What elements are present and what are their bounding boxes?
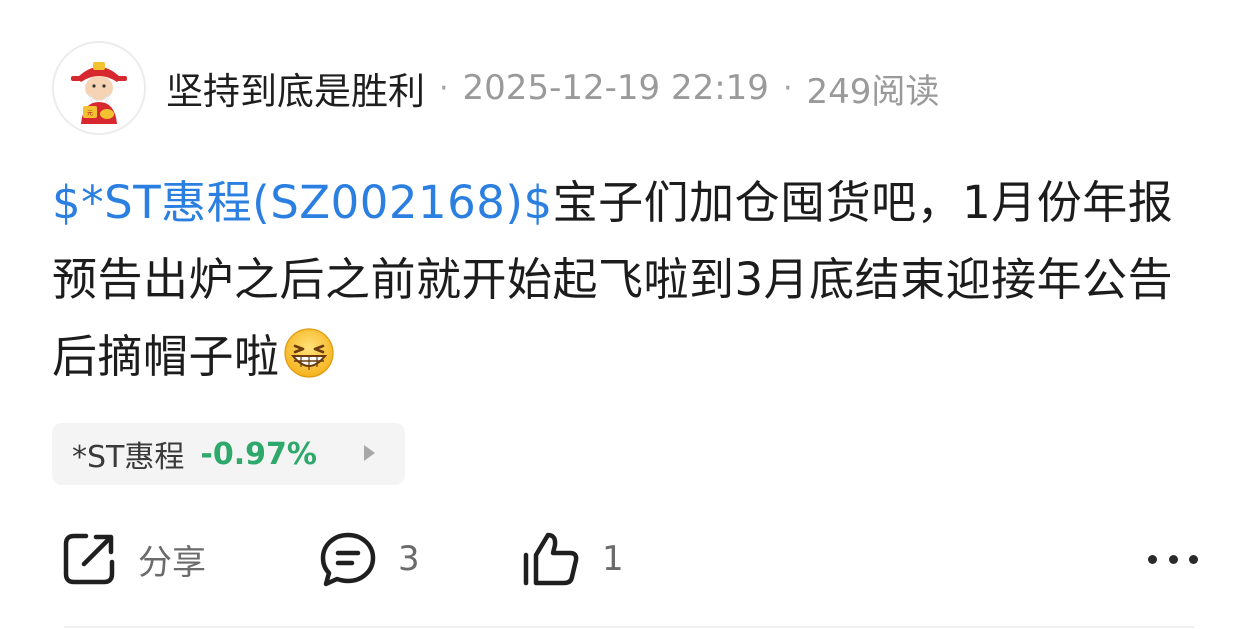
like-count: 1 bbox=[602, 539, 624, 579]
like-button[interactable]: 1 bbox=[520, 526, 624, 592]
post-meta: 坚持到底是胜利 · 2025-12-19 22:19 · 249阅读 bbox=[166, 40, 939, 136]
post-card: 元 坚持到底是胜利 · 2025-12-19 22:19 · 249阅读 $*S… bbox=[0, 0, 1260, 629]
fortune-god-avatar-icon: 元 bbox=[71, 62, 127, 124]
stock-chip-name: *ST惠程 bbox=[72, 440, 185, 475]
avatar[interactable]: 元 bbox=[52, 41, 146, 135]
post-datetime: 2025-12-19 22:19 bbox=[462, 68, 769, 108]
share-icon bbox=[63, 533, 115, 585]
stock-chip-change: -0.97% bbox=[200, 436, 317, 472]
meta-separator: · bbox=[782, 70, 793, 106]
post-header: 元 坚持到底是胜利 · 2025-12-19 22:19 · 249阅读 bbox=[52, 40, 939, 136]
more-icon[interactable] bbox=[1148, 544, 1198, 574]
meta-separator: · bbox=[439, 70, 449, 106]
view-count: 249阅读 bbox=[806, 71, 940, 112]
more-dot bbox=[1148, 554, 1157, 564]
triangle-right-icon bbox=[364, 445, 375, 461]
stock-chip[interactable]: *ST惠程 -0.97% bbox=[52, 423, 405, 485]
comment-icon bbox=[320, 532, 376, 587]
thumbs-up-icon bbox=[523, 532, 579, 586]
share-button[interactable]: 分享 bbox=[60, 526, 206, 592]
divider bbox=[64, 626, 1194, 628]
post-content: $*ST惠程(SZ002168)$宝子们加仓囤货吧，1月份年报预告出炉之后之前就… bbox=[52, 164, 1202, 395]
comment-count: 3 bbox=[398, 539, 420, 579]
grinning-squint-emoji-icon bbox=[282, 326, 336, 380]
share-label: 分享 bbox=[138, 542, 206, 583]
stock-link[interactable]: $*ST惠程(SZ002168)$ bbox=[52, 176, 553, 229]
username[interactable]: 坚持到底是胜利 bbox=[166, 61, 425, 115]
comment-button[interactable]: 3 bbox=[318, 526, 420, 592]
action-bar: 分享 3 1 bbox=[52, 526, 1202, 592]
svg-text:元: 元 bbox=[87, 110, 93, 117]
more-dot bbox=[1168, 554, 1178, 564]
more-dot bbox=[1189, 554, 1198, 564]
